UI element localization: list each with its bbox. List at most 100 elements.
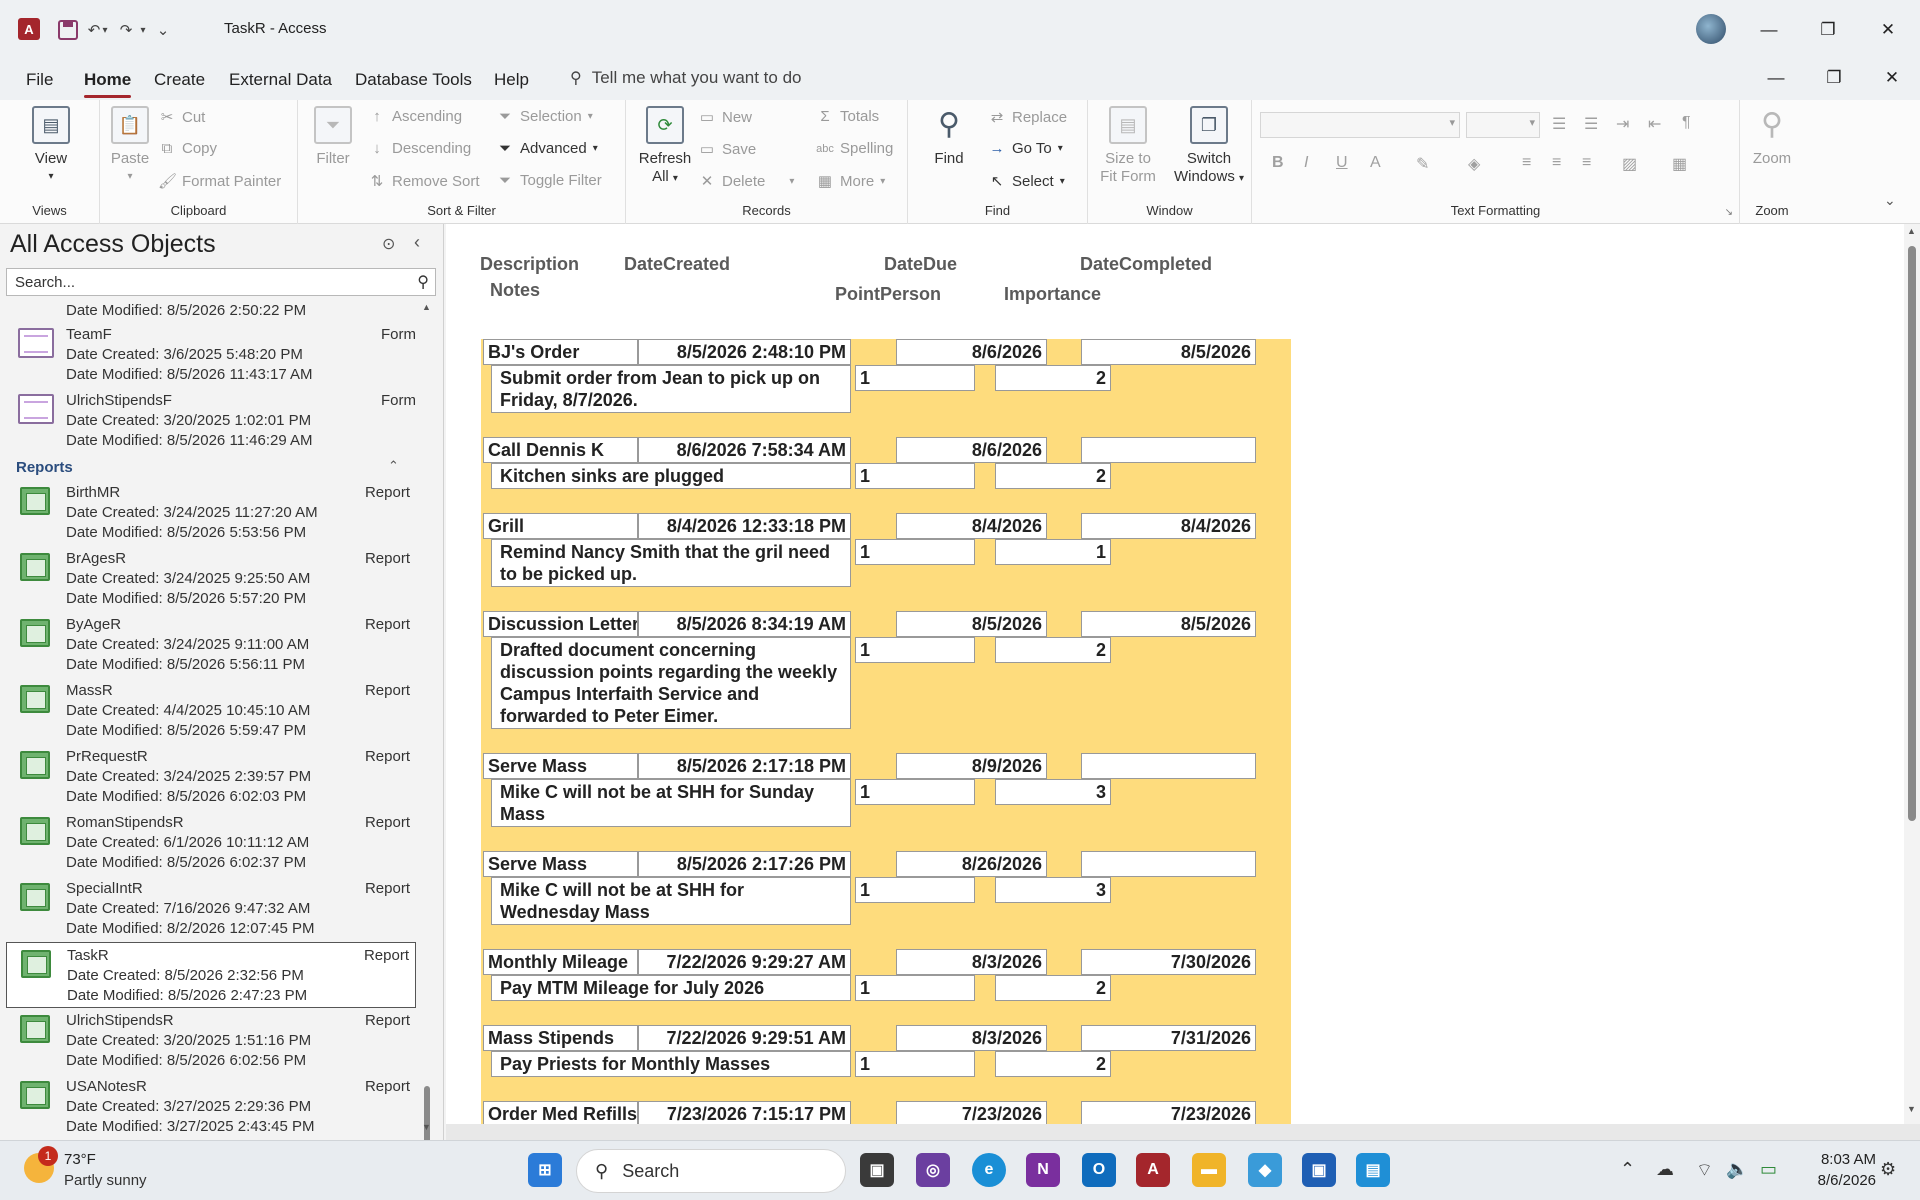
alternate-row-color-icon[interactable]: ▨ — [1622, 154, 1637, 174]
onenote-web-icon[interactable]: ◎ — [916, 1153, 950, 1187]
paragraph-icon[interactable]: ¶ — [1682, 114, 1691, 132]
volume-icon[interactable]: 🔈 — [1726, 1159, 1748, 1180]
nav-item-ulrichstipendsr[interactable]: UlrichStipendsR Report Date Created: 3/20/… — [6, 1008, 416, 1074]
toggle-filter-button[interactable]: ⏷ Toggle Filter — [496, 172, 602, 189]
tab-home[interactable]: Home — [84, 70, 132, 98]
align-left-icon[interactable]: ≡ — [1522, 154, 1531, 172]
doc-close-button[interactable]: ✕ — [1872, 62, 1912, 94]
bullets-icon[interactable]: ☰ — [1552, 114, 1566, 134]
remove-sort-button[interactable]: ⇅ Remove Sort — [368, 172, 480, 191]
doc-minimize-button[interactable]: — — [1756, 62, 1796, 94]
onenote-icon[interactable]: N — [1026, 1153, 1060, 1187]
clock-time[interactable]: 8:03 AM — [1806, 1151, 1876, 1168]
nav-item-teamf[interactable]: TeamF Form Date Created: 3/6/2025 5:48:20 … — [6, 322, 416, 388]
decrease-indent-icon[interactable]: ⇤ — [1648, 114, 1661, 134]
minimize-button[interactable]: — — [1749, 14, 1789, 46]
redo-icon[interactable]: ↷ — [116, 18, 136, 42]
tell-me-box[interactable]: ⚲ Tell me what you want to do — [570, 68, 802, 88]
collapse-section-icon[interactable]: ⌃ — [388, 458, 399, 474]
outlook-icon[interactable]: O — [1082, 1153, 1116, 1187]
refresh-all-button[interactable]: ⟳ Refresh All ▾ — [638, 106, 692, 188]
nav-item-usanotesr[interactable]: USANotesR Report Date Created: 3/27/2025 2… — [6, 1074, 416, 1140]
report-horizontal-scrollbar[interactable] — [446, 1124, 1920, 1140]
nav-item-ulrichstipendsf[interactable]: UlrichStipendsF Form Date Created: 3/20/20… — [6, 388, 416, 454]
find-button[interactable]: ⚲ Find — [928, 106, 970, 168]
italic-icon[interactable]: I — [1304, 154, 1308, 172]
size-to-fit-button[interactable]: ▤ Size to Fit Form — [1098, 106, 1158, 186]
user-avatar[interactable] — [1696, 14, 1726, 44]
doc-restore-button[interactable]: ❐ — [1814, 62, 1854, 94]
store-icon[interactable]: ▣ — [1302, 1153, 1336, 1187]
battery-icon[interactable]: ▭ — [1760, 1159, 1777, 1180]
nav-scrollbar[interactable]: ▲ ▼ — [420, 302, 434, 1200]
nav-search-input[interactable]: Search... ⚲ — [6, 268, 436, 296]
totals-button[interactable]: Σ Totals — [816, 108, 879, 125]
new-record-button[interactable]: ▭ New — [698, 108, 752, 127]
highlight-icon[interactable]: ✎ — [1416, 154, 1429, 174]
goto-button[interactable]: → Go To ▾ — [988, 140, 1063, 157]
filter-button[interactable]: ⏷ Filter — [312, 106, 354, 168]
view-button[interactable]: ▤ View ▾ — [30, 106, 72, 186]
search-icon[interactable]: ⚲ — [417, 272, 429, 292]
align-right-icon[interactable]: ≡ — [1582, 154, 1591, 172]
switch-windows-button[interactable]: ❐ Switch Windows ▾ — [1172, 106, 1246, 188]
descending-button[interactable]: ↓ Descending — [368, 140, 471, 157]
nav-item-byager[interactable]: ByAgeR Report Date Created: 3/24/2025 9:11… — [6, 612, 416, 678]
tab-create[interactable]: Create — [154, 70, 205, 90]
app-icon[interactable]: ▤ — [1356, 1153, 1390, 1187]
zoom-button[interactable]: ⚲ Zoom — [1748, 106, 1796, 168]
align-center-icon[interactable]: ≡ — [1552, 154, 1561, 172]
bold-icon[interactable]: B — [1272, 154, 1284, 172]
save-icon[interactable] — [56, 18, 80, 42]
numbering-icon[interactable]: ☰ — [1584, 114, 1598, 134]
report-vertical-scrollbar[interactable]: ▲ ▼ — [1904, 224, 1920, 1124]
m365-copilot-icon[interactable]: ◆ — [1248, 1153, 1282, 1187]
save-record-button[interactable]: ▭ Save — [698, 140, 756, 159]
wifi-icon[interactable]: ⌔ — [1696, 1159, 1713, 1182]
file-explorer-icon[interactable]: ▬ — [1192, 1153, 1226, 1187]
copy-button[interactable]: ⧉ Copy — [158, 140, 217, 157]
tab-external-data[interactable]: External Data — [229, 70, 332, 90]
customize-toolbar-icon[interactable]: ⌄ — [156, 18, 170, 42]
paste-button[interactable]: 📋 Paste ▾ — [108, 106, 152, 186]
report-scroll-thumb[interactable] — [1908, 246, 1916, 821]
nav-item-massr[interactable]: MassR Report Date Created: 4/4/2025 10:45:… — [6, 678, 416, 744]
shutter-bar-close-icon[interactable]: ‹ — [414, 232, 420, 253]
spelling-button[interactable]: abc Spelling — [816, 140, 893, 157]
select-button[interactable]: ↖ Select ▾ — [988, 172, 1065, 191]
tab-file[interactable]: File — [26, 70, 53, 90]
nav-item-specialintr[interactable]: SpecialIntR Report Date Created: 7/16/2026… — [6, 876, 416, 942]
clock-date[interactable]: 8/6/2026 — [1796, 1172, 1876, 1189]
underline-icon[interactable]: U — [1336, 154, 1348, 172]
more-button[interactable]: ▦ More ▾ — [816, 172, 885, 191]
font-name-select[interactable]: ▾ — [1260, 112, 1460, 138]
redo-dropdown-icon[interactable]: ▾ — [138, 18, 148, 42]
gridlines-icon[interactable]: ▦ — [1672, 154, 1687, 174]
nav-item-bragesr[interactable]: BrAgesR Report Date Created: 3/24/2025 9:2… — [6, 546, 416, 612]
ascending-button[interactable]: ↑ Ascending — [368, 108, 462, 125]
taskbar-search[interactable]: ⚲ Search — [576, 1149, 846, 1193]
nav-item-prrequestr[interactable]: PrRequestR Report Date Created: 3/24/2025 … — [6, 744, 416, 810]
cut-button[interactable]: ✂ Cut — [158, 108, 206, 127]
font-size-select[interactable]: ▾ — [1466, 112, 1540, 138]
edge-icon[interactable]: e — [972, 1153, 1006, 1187]
weather-description[interactable]: Partly sunny — [64, 1172, 147, 1189]
tab-help[interactable]: Help — [494, 70, 529, 90]
nav-item-romanstipendsr[interactable]: RomanStipendsR Report Date Created: 6/1/20… — [6, 810, 416, 876]
delete-record-button[interactable]: ✕ Delete ▾ — [698, 172, 795, 191]
onedrive-icon[interactable]: ☁ — [1656, 1159, 1674, 1180]
fill-color-icon[interactable]: ◈ — [1468, 154, 1480, 174]
collapse-ribbon-icon[interactable]: ⌄ — [1884, 192, 1896, 209]
tab-database-tools[interactable]: Database Tools — [355, 70, 472, 90]
nav-options-icon[interactable]: ⊙ — [382, 234, 395, 254]
restore-button[interactable]: ❐ — [1808, 14, 1848, 46]
close-button[interactable]: ✕ — [1868, 14, 1908, 46]
increase-indent-icon[interactable]: ⇥ — [1616, 114, 1629, 134]
access-taskbar-icon[interactable]: A — [1136, 1153, 1170, 1187]
start-button[interactable]: ⊞ — [528, 1153, 562, 1187]
nav-item-birthmr[interactable]: BirthMR Report Date Created: 3/24/2025 11:… — [6, 480, 416, 546]
replace-button[interactable]: ⇄ Replace — [988, 108, 1067, 127]
weather-temperature[interactable]: 73°F — [64, 1151, 96, 1168]
undo-dropdown-icon[interactable]: ▾ — [100, 18, 110, 42]
show-hidden-icons-icon[interactable]: ⌃ — [1620, 1159, 1635, 1180]
